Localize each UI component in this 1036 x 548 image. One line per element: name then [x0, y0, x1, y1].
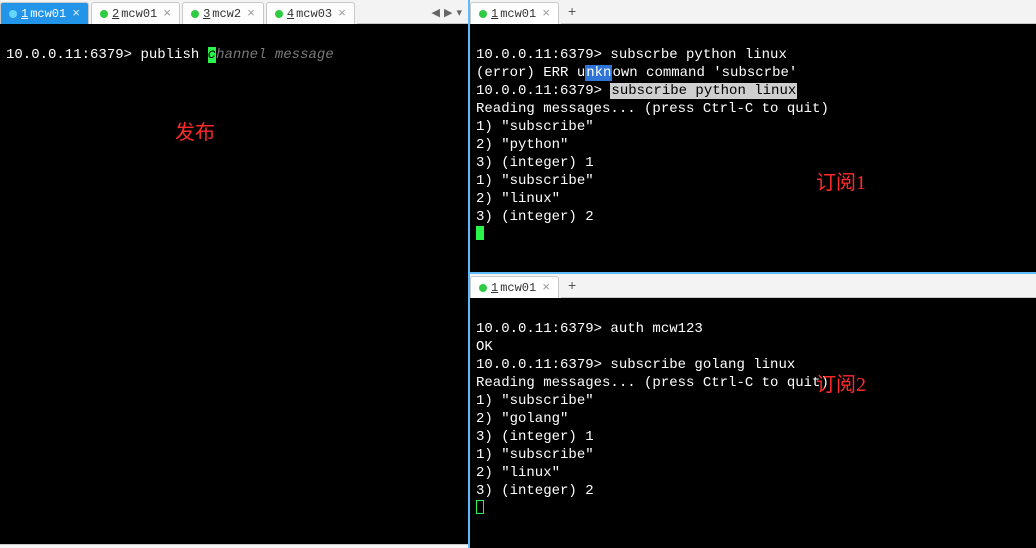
tab-spacer	[583, 276, 1036, 298]
left-tab-bar: 1 mcw01 × 2 mcw01 × 3 mcw2 × 4 mcw03 ×	[0, 0, 468, 24]
term-line: 3) (integer) 1	[476, 429, 594, 445]
tab-2-mcw01[interactable]: 2 mcw01 ×	[91, 2, 180, 24]
tab-right-bot[interactable]: 1 mcw01 ×	[470, 276, 559, 298]
new-tab-button[interactable]: +	[561, 276, 583, 298]
tab-label: mcw01	[30, 4, 66, 24]
term-line: 1) "subscribe"	[476, 447, 594, 463]
tab-index: 1	[21, 4, 28, 24]
close-icon[interactable]: ×	[163, 4, 171, 24]
term-line: 1) "subscribe"	[476, 173, 594, 189]
term-line: 3) (integer) 2	[476, 483, 594, 499]
status-dot-icon	[479, 284, 487, 292]
tab-label: mcw01	[500, 4, 536, 24]
tab-label: mcw03	[296, 4, 332, 24]
term-line: 1) "subscribe"	[476, 119, 594, 135]
tab-index: 3	[203, 4, 210, 24]
term-line: 2) "golang"	[476, 411, 568, 427]
term-line: 3) (integer) 1	[476, 155, 594, 171]
status-dot-icon	[100, 10, 108, 18]
term-line: 2) "linux"	[476, 465, 560, 481]
annotation-subscribe1: 订阅1	[816, 174, 866, 192]
right-bot-terminal[interactable]: 10.0.0.11:6379> auth mcw123 OK 10.0.0.11…	[470, 298, 1036, 548]
term-line: 2) "python"	[476, 137, 568, 153]
close-icon[interactable]: ×	[72, 4, 80, 24]
tab-spacer	[357, 2, 426, 24]
term-line: 10.0.0.11:6379> subscribe python linux	[476, 83, 797, 99]
left-pane: 1 mcw01 × 2 mcw01 × 3 mcw2 × 4 mcw03 ×	[0, 0, 470, 548]
term-line: 2) "linux"	[476, 191, 560, 207]
tab-next-icon[interactable]: ▶	[444, 6, 452, 20]
tab-index: 1	[491, 4, 498, 24]
term-line: 10.0.0.11:6379> subscribe golang linux	[476, 357, 795, 373]
tab-label: mcw01	[500, 278, 536, 298]
term-line: 1) "subscribe"	[476, 393, 594, 409]
hint-text: channel message	[208, 47, 334, 63]
tab-menu-icon[interactable]: ▾	[456, 6, 462, 20]
term-line: 10.0.0.11:6379> auth mcw123	[476, 321, 703, 337]
term-line: OK	[476, 339, 493, 355]
term-line: 3) (integer) 2	[476, 209, 594, 225]
left-terminal[interactable]: 10.0.0.11:6379> publish channel message …	[0, 24, 468, 544]
app-layout: 1 mcw01 × 2 mcw01 × 3 mcw2 × 4 mcw03 ×	[0, 0, 1036, 548]
term-line: (error) ERR unknown command 'subscrbe'	[476, 65, 797, 81]
tab-index: 2	[112, 4, 119, 24]
term-line: Reading messages... (press Ctrl-C to qui…	[476, 375, 829, 391]
redis-prompt: 10.0.0.11:6379>	[6, 47, 132, 63]
status-dot-icon	[191, 10, 199, 18]
new-tab-button[interactable]: +	[561, 2, 583, 24]
status-dot-icon	[9, 10, 17, 18]
tab-nav: ◀ ▶ ▾	[426, 2, 468, 24]
tab-4-mcw03[interactable]: 4 mcw03 ×	[266, 2, 355, 24]
tab-spacer	[583, 2, 1036, 24]
right-bottom-pane: 1 mcw01 × + 10.0.0.11:6379> auth mcw123 …	[470, 274, 1036, 548]
tab-right-top[interactable]: 1 mcw01 ×	[470, 2, 559, 24]
selected-command: subscribe python linux	[610, 83, 797, 99]
tab-index: 4	[287, 4, 294, 24]
close-icon[interactable]: ×	[247, 4, 255, 24]
right-top-tab-bar: 1 mcw01 × +	[470, 0, 1036, 24]
right-top-terminal[interactable]: 10.0.0.11:6379> subscrbe python linux (e…	[470, 24, 1036, 272]
status-dot-icon	[479, 10, 487, 18]
tab-label: mcw01	[121, 4, 157, 24]
tab-prev-icon[interactable]: ◀	[432, 6, 440, 20]
tab-index: 1	[491, 278, 498, 298]
right-top-pane: 1 mcw01 × + 10.0.0.11:6379> subscrbe pyt…	[470, 0, 1036, 274]
term-line: Reading messages... (press Ctrl-C to qui…	[476, 101, 829, 117]
ime-highlight: nkn	[585, 65, 612, 81]
annotation-publish: 发布	[175, 124, 215, 142]
tab-3-mcw2[interactable]: 3 mcw2 ×	[182, 2, 264, 24]
cursor-icon	[476, 500, 484, 514]
right-pane: 1 mcw01 × + 10.0.0.11:6379> subscrbe pyt…	[470, 0, 1036, 548]
close-icon[interactable]: ×	[542, 4, 550, 24]
left-status-bar	[0, 544, 468, 548]
status-dot-icon	[275, 10, 283, 18]
tab-label: mcw2	[212, 4, 241, 24]
tab-1-mcw01[interactable]: 1 mcw01 ×	[0, 2, 89, 24]
cursor-icon	[476, 226, 484, 240]
right-bot-tab-bar: 1 mcw01 × +	[470, 274, 1036, 298]
close-icon[interactable]: ×	[338, 4, 346, 24]
typed-command: publish	[140, 47, 199, 63]
close-icon[interactable]: ×	[542, 278, 550, 298]
term-line: 10.0.0.11:6379> subscrbe python linux	[476, 47, 787, 63]
